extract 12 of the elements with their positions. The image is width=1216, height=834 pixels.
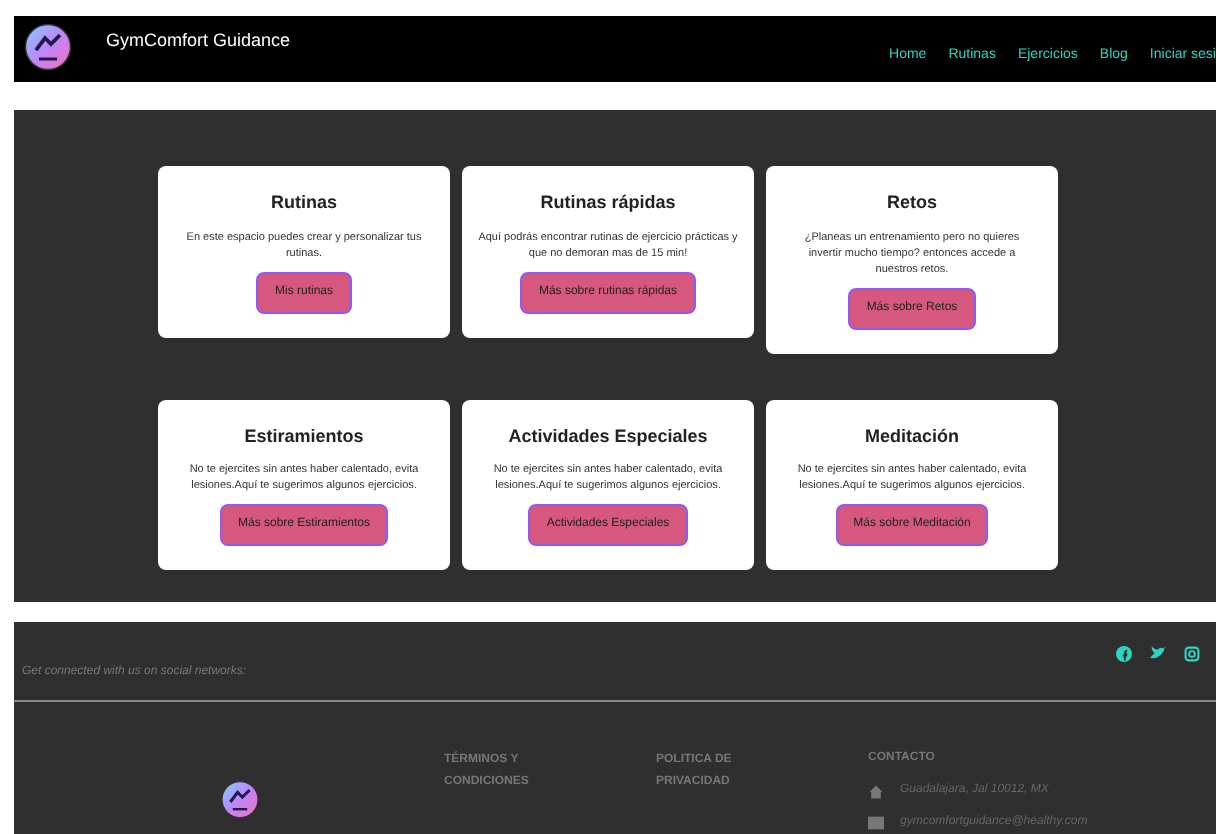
card-title: Meditación <box>864 423 959 449</box>
card-title: Rutinas rápidas <box>540 190 676 216</box>
instagram-icon[interactable] <box>1184 645 1200 661</box>
site-title: GymComfort Guidance <box>106 28 291 54</box>
card-title: Actividades Especiales <box>508 423 708 450</box>
card-title: Retos <box>886 190 937 216</box>
card-title: Rutinas <box>270 190 337 216</box>
twitter-icon[interactable] <box>1150 646 1166 660</box>
mail-icon <box>868 816 884 830</box>
card-title: Estiramientos <box>244 423 364 449</box>
facebook-icon[interactable] <box>1116 645 1132 661</box>
home-icon <box>868 783 884 799</box>
